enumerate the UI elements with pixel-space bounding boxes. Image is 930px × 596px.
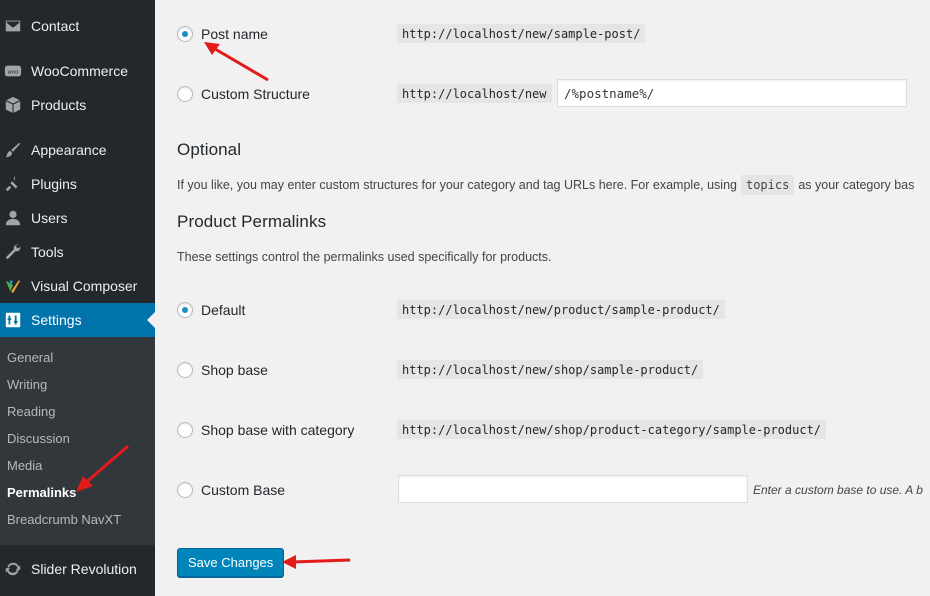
default-option[interactable]: Default xyxy=(177,302,245,318)
sidebar-item-label: Slider Revolution xyxy=(31,561,137,577)
product-permalinks-description: These settings control the permalinks us… xyxy=(177,250,552,264)
shop-base-example: http://localhost/new/shop/sample-product… xyxy=(397,360,704,379)
annotation-arrow-permalinks xyxy=(76,444,129,492)
custom-base-option[interactable]: Custom Base xyxy=(177,482,285,498)
sidebar-item-label: WooCommerce xyxy=(31,63,128,79)
sidebar-item-plugins[interactable]: Plugins xyxy=(0,167,155,201)
submenu-writing[interactable]: Writing xyxy=(7,375,47,395)
sidebar-item-label: Plugins xyxy=(31,176,77,192)
sidebar-item-label: Visual Composer xyxy=(31,278,138,294)
annotation-arrow-save xyxy=(282,555,351,569)
optional-heading: Optional xyxy=(177,140,242,159)
sidebar-item-appearance[interactable]: Appearance xyxy=(0,133,155,167)
annotation-arrow-post-name xyxy=(204,42,269,82)
settings-icon xyxy=(4,311,22,329)
sidebar-item-settings[interactable]: Settings xyxy=(0,303,155,337)
sidebar-item-label: Appearance xyxy=(31,142,107,158)
submenu-reading[interactable]: Reading xyxy=(7,402,55,422)
product-permalinks-heading: Product Permalinks xyxy=(177,212,327,231)
optional-description-tail: as your category bas xyxy=(798,178,915,192)
svg-text:woo: woo xyxy=(8,70,19,76)
sidebar-item-products[interactable]: Products xyxy=(0,88,155,122)
wrench-icon xyxy=(4,243,22,261)
optional-description-text: If you like, you may enter custom struct… xyxy=(177,178,737,192)
sidebar-item-label: Settings xyxy=(31,312,82,328)
sidebar-item-woocommerce[interactable]: woo WooCommerce xyxy=(0,54,155,88)
custom-base-label: Custom Base xyxy=(201,482,286,498)
shop-base-category-option[interactable]: Shop base with category xyxy=(177,422,354,438)
active-indicator xyxy=(147,312,155,328)
shop-base-category-radio[interactable] xyxy=(177,422,193,438)
sidebar-item-label: Tools xyxy=(31,244,64,260)
default-example: http://localhost/new/product/sample-prod… xyxy=(397,300,725,319)
submenu-discussion[interactable]: Discussion xyxy=(7,429,70,449)
submenu-general[interactable]: General xyxy=(7,348,53,368)
user-icon xyxy=(4,209,22,227)
paintbrush-icon xyxy=(4,141,22,159)
custom-structure-label: Custom Structure xyxy=(201,86,310,102)
visual-composer-icon xyxy=(4,277,22,295)
default-radio[interactable] xyxy=(177,302,193,318)
submenu-breadcrumb-navxt[interactable]: Breadcrumb NavXT xyxy=(7,510,121,530)
custom-base-hint: Enter a custom base to use. A b xyxy=(753,483,923,497)
woocommerce-icon: woo xyxy=(4,62,22,80)
post-name-radio[interactable] xyxy=(177,26,193,42)
admin-sidebar: Contact woo WooCommerce Products Appeara… xyxy=(0,0,155,596)
optional-description: If you like, you may enter custom struct… xyxy=(177,175,915,195)
envelope-icon xyxy=(4,17,22,35)
submenu-permalinks[interactable]: Permalinks xyxy=(7,483,76,503)
permalink-settings-main: Post name http://localhost/new/sample-po… xyxy=(155,0,930,596)
sidebar-item-tools[interactable]: Tools xyxy=(0,235,155,269)
sidebar-item-label: Products xyxy=(31,97,87,113)
custom-structure-prefix: http://localhost/new xyxy=(397,84,552,103)
sidebar-item-slider-revolution[interactable]: Slider Revolution xyxy=(0,552,155,586)
topics-code: topics xyxy=(740,175,795,195)
sidebar-item-contact[interactable]: Contact xyxy=(0,9,155,43)
submenu-media[interactable]: Media xyxy=(7,456,42,476)
custom-structure-option[interactable]: Custom Structure xyxy=(177,86,310,102)
refresh-icon xyxy=(4,560,22,578)
plug-icon xyxy=(4,175,22,193)
sidebar-item-users[interactable]: Users xyxy=(0,201,155,235)
shop-base-label: Shop base xyxy=(201,362,268,378)
shop-base-category-label: Shop base with category xyxy=(201,422,355,438)
sidebar-item-label: Contact xyxy=(31,18,80,34)
custom-base-input[interactable] xyxy=(398,475,748,503)
shop-base-category-example: http://localhost/new/shop/product-catego… xyxy=(397,420,827,439)
custom-base-radio[interactable] xyxy=(177,482,193,498)
shop-base-option[interactable]: Shop base xyxy=(177,362,268,378)
default-label: Default xyxy=(201,302,246,318)
save-changes-button[interactable]: Save Changes xyxy=(177,548,285,577)
custom-structure-radio[interactable] xyxy=(177,86,193,102)
sidebar-item-visual-composer[interactable]: Visual Composer xyxy=(0,269,155,303)
custom-structure-input[interactable]: /%postname%/ xyxy=(557,79,907,107)
shop-base-radio[interactable] xyxy=(177,362,193,378)
sidebar-item-label: Users xyxy=(31,210,68,226)
post-name-example: http://localhost/new/sample-post/ xyxy=(397,24,646,43)
cube-icon xyxy=(4,96,22,114)
